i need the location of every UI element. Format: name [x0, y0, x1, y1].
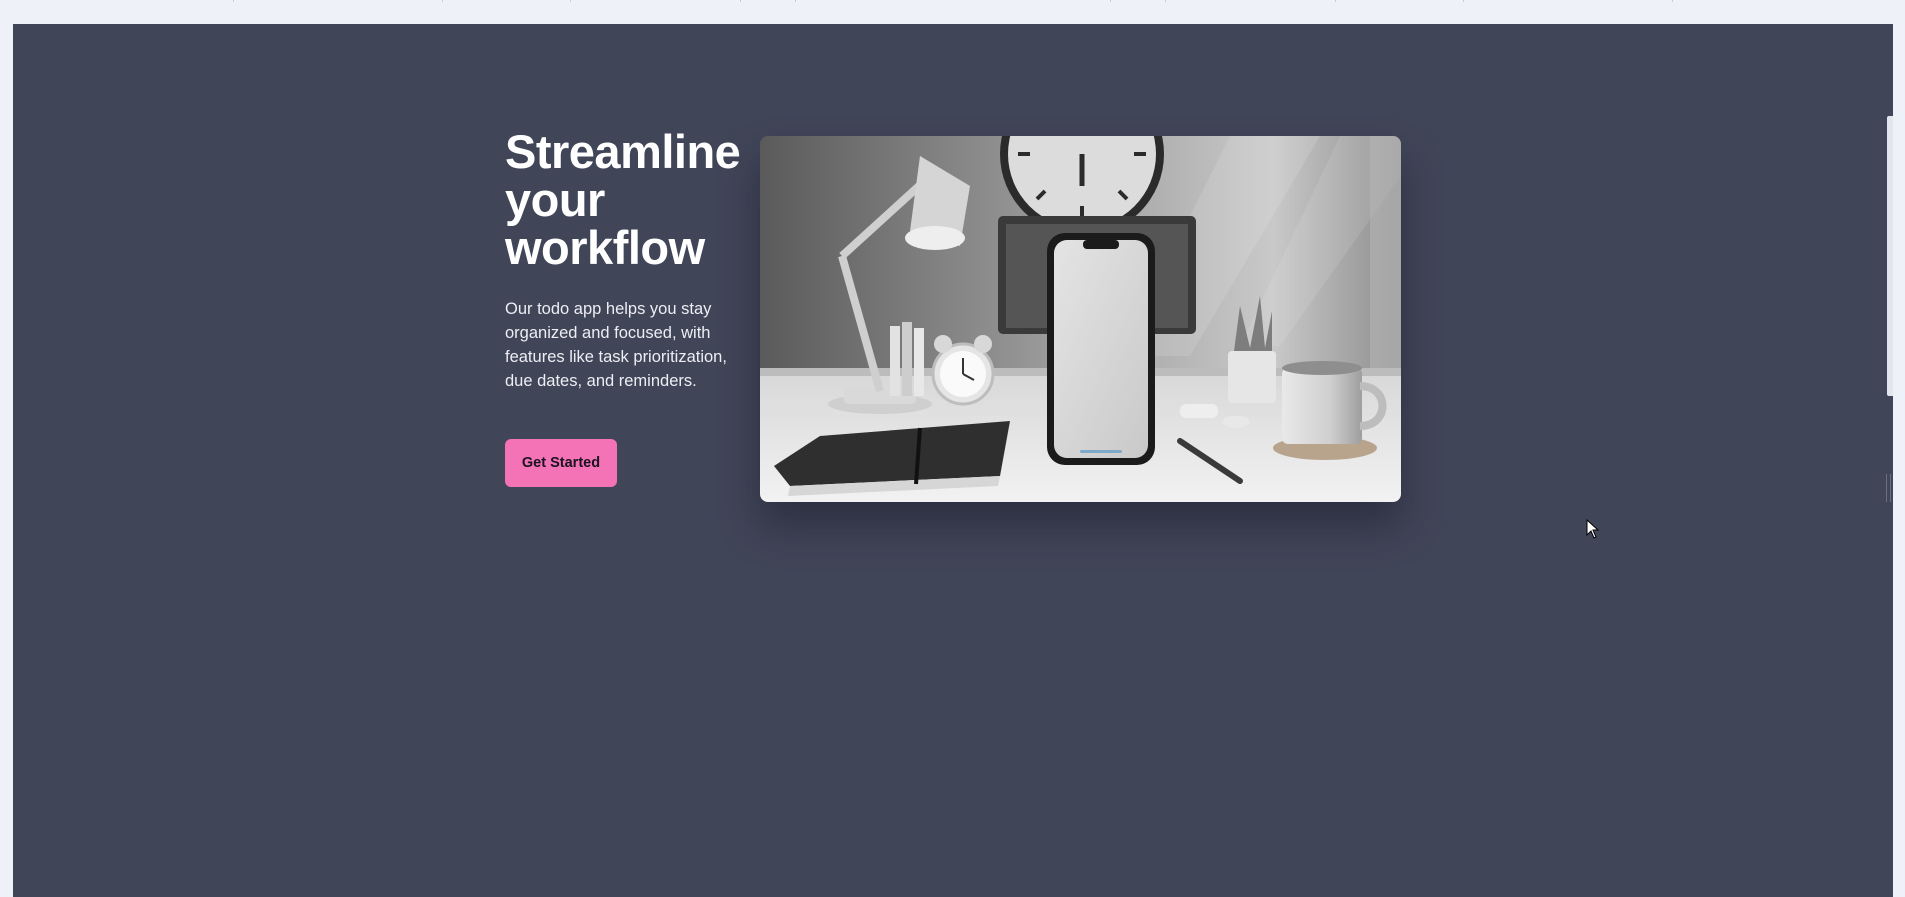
strip-tick — [1672, 0, 1673, 2]
strip-tick — [1165, 0, 1166, 2]
hero-text-block: Streamline your workflow Our todo app he… — [505, 128, 755, 393]
hero-title-line: workflow — [505, 221, 705, 274]
scrollbar-thumb[interactable] — [1887, 116, 1893, 396]
get-started-button[interactable]: Get Started — [505, 439, 617, 487]
strip-tick — [1110, 0, 1111, 2]
browser-top-strip — [0, 0, 1905, 24]
strip-tick — [1335, 0, 1336, 2]
hero-image — [760, 136, 1401, 502]
strip-tick — [570, 0, 571, 2]
hero-title: Streamline your workflow — [505, 128, 755, 272]
resize-handle[interactable] — [1886, 474, 1891, 502]
strip-tick — [740, 0, 741, 2]
mouse-cursor-icon — [1586, 519, 1600, 539]
strip-tick — [795, 0, 796, 2]
strip-tick — [1463, 0, 1464, 2]
hero-title-line: Streamline — [505, 125, 741, 178]
hero-title-line: your — [505, 173, 605, 226]
hero-description: Our todo app helps you stay organized an… — [505, 300, 727, 390]
strip-tick — [442, 0, 443, 2]
strip-tick — [233, 0, 234, 2]
hero-image-illustration — [760, 136, 1401, 502]
